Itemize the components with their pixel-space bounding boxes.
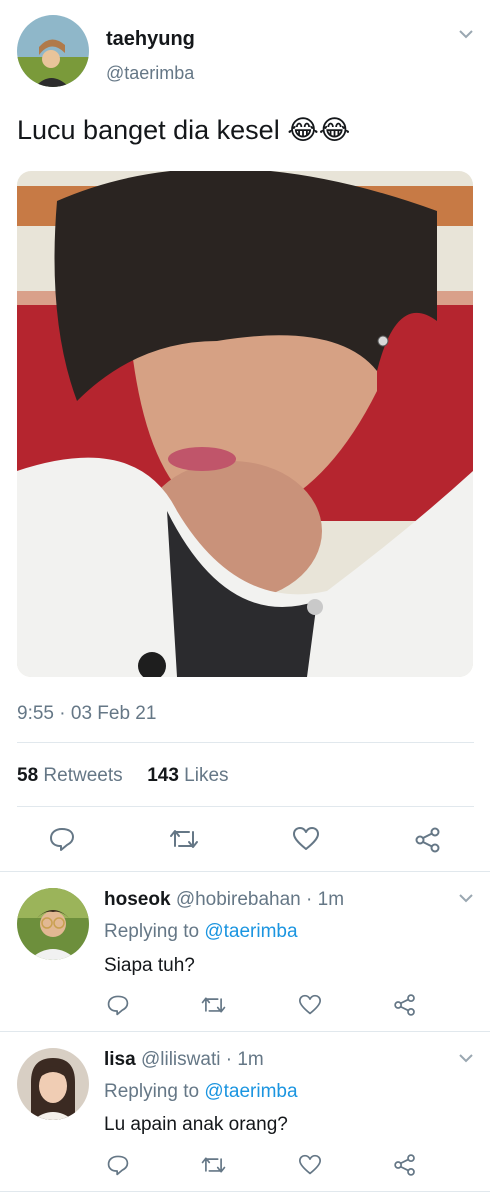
replying-to-link[interactable]: @taerimba (204, 1081, 297, 1102)
like-heart-icon[interactable] (298, 1154, 322, 1176)
tweet-stats: 58 Retweets 143 Likes (17, 765, 229, 787)
reply-age: 1m (237, 1049, 264, 1070)
reply-avatar[interactable] (17, 888, 89, 960)
separator-dot: · (59, 703, 71, 724)
reply-handle[interactable]: @hobirebahan (176, 889, 301, 910)
like-heart-icon[interactable] (298, 994, 322, 1016)
divider (0, 1191, 490, 1192)
retweet-icon[interactable] (168, 826, 200, 852)
share-icon[interactable] (393, 1153, 417, 1177)
reply-icon[interactable] (106, 1153, 130, 1177)
tweet-time: 9:55 (17, 703, 54, 724)
retweet-icon[interactable] (200, 1154, 227, 1176)
like-label: Likes (184, 765, 229, 786)
replying-prefix: Replying to (104, 921, 200, 942)
retweet-icon[interactable] (200, 994, 227, 1016)
reply-display-name[interactable]: hoseok (104, 889, 171, 910)
tweet-photo[interactable] (17, 171, 473, 677)
reply-age: 1m (317, 889, 345, 910)
separator-dot: · (306, 889, 313, 910)
reply-icon[interactable] (48, 825, 76, 853)
author-display-name[interactable]: taehyung (106, 28, 195, 51)
reply-icon[interactable] (106, 993, 130, 1017)
author-avatar[interactable] (17, 15, 89, 87)
retweet-count: 58 (17, 765, 39, 786)
divider (0, 871, 490, 872)
divider (17, 806, 474, 807)
replying-to: Replying to @taerimba (104, 921, 298, 943)
reply-header: hoseok @hobirebahan · 1m (104, 889, 344, 911)
reply-handle[interactable]: @liliswati (141, 1049, 220, 1070)
replying-to-link[interactable]: @taerimba (204, 921, 297, 942)
separator-dot: · (225, 1049, 233, 1070)
likes-stat[interactable]: 143 Likes (147, 765, 228, 786)
tweet-date: 03 Feb 21 (70, 703, 157, 724)
reply-header: lisa @liliswati · 1m (104, 1049, 264, 1071)
like-count: 143 (147, 765, 179, 786)
reply-text: Siapa tuh? (104, 955, 195, 976)
divider (17, 742, 474, 743)
reply-avatar[interactable] (17, 1048, 89, 1120)
retweets-stat[interactable]: 58 Retweets (17, 765, 128, 786)
chevron-down-icon[interactable] (457, 1051, 475, 1065)
reply-display-name[interactable]: lisa (104, 1049, 136, 1070)
tweet-timestamp: 9:55 · 03 Feb 21 (17, 703, 156, 725)
share-icon[interactable] (393, 993, 417, 1017)
chevron-down-icon[interactable] (457, 27, 475, 41)
chevron-down-icon[interactable] (457, 891, 475, 905)
replying-prefix: Replying to (104, 1081, 200, 1102)
tweet-text: Lucu banget dia kesel 😂😂 (17, 115, 351, 145)
share-icon[interactable] (414, 826, 442, 854)
replying-to: Replying to @taerimba (104, 1081, 298, 1103)
retweet-label: Retweets (43, 765, 123, 786)
like-heart-icon[interactable] (292, 826, 320, 852)
reply-text: Lu apain anak orang? (104, 1114, 288, 1135)
divider (0, 1031, 490, 1032)
author-handle[interactable]: @taerimba (106, 63, 194, 84)
